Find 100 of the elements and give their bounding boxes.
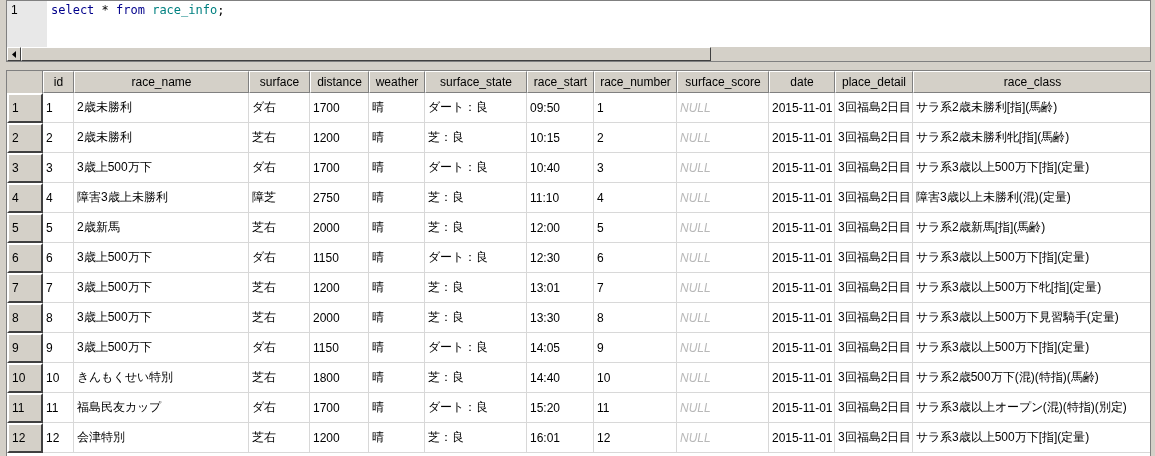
table-cell: 芝右 bbox=[249, 273, 310, 303]
row-header[interactable]: 11 bbox=[7, 393, 43, 423]
table-cell: ダート：良 bbox=[425, 153, 527, 183]
table-cell: 芝：良 bbox=[425, 213, 527, 243]
table-cell: 09:50 bbox=[527, 93, 594, 123]
column-header[interactable]: surface_state bbox=[425, 71, 527, 93]
table-cell: 1800 bbox=[310, 363, 369, 393]
table-cell: 3歳上500万下 bbox=[74, 153, 249, 183]
row-header[interactable]: 2 bbox=[7, 123, 43, 153]
row-header[interactable]: 8 bbox=[7, 303, 43, 333]
table-cell: 3回福島2日目 bbox=[835, 423, 913, 453]
table-cell: 3回福島2日目 bbox=[835, 363, 913, 393]
table-cell: 芝右 bbox=[249, 363, 310, 393]
table-cell: 1150 bbox=[310, 333, 369, 363]
table-cell: ダ右 bbox=[249, 93, 310, 123]
table-cell: ダート：良 bbox=[425, 93, 527, 123]
row-header[interactable]: 3 bbox=[7, 153, 43, 183]
table-cell: 12 bbox=[43, 423, 74, 453]
table-cell: 障害3歳以上未勝利(混)(定量) bbox=[913, 183, 1150, 213]
table-cell: 2015-11-01 bbox=[769, 303, 835, 333]
table-cell: NULL bbox=[677, 393, 769, 423]
scroll-left-button[interactable] bbox=[7, 47, 21, 61]
row-header[interactable]: 7 bbox=[7, 273, 43, 303]
table-cell: NULL bbox=[677, 423, 769, 453]
left-arrow-icon bbox=[12, 50, 16, 58]
row-header[interactable]: 5 bbox=[7, 213, 43, 243]
table-cell: 晴 bbox=[369, 303, 425, 333]
column-header[interactable]: race_class bbox=[913, 71, 1150, 93]
table-cell: 2015-11-01 bbox=[769, 123, 835, 153]
table-cell: ダ右 bbox=[249, 243, 310, 273]
table-cell: 5 bbox=[594, 213, 677, 243]
table-cell: 芝右 bbox=[249, 423, 310, 453]
table-cell: 2000 bbox=[310, 213, 369, 243]
table-cell: 11 bbox=[594, 393, 677, 423]
table-cell: サラ系3歳以上500万下牝[指](定量) bbox=[913, 273, 1150, 303]
table-cell: 3回福島2日目 bbox=[835, 303, 913, 333]
column-header[interactable]: id bbox=[43, 71, 74, 93]
table-cell: 2015-11-01 bbox=[769, 273, 835, 303]
table-cell: 2015-11-01 bbox=[769, 423, 835, 453]
table-cell: 4 bbox=[43, 183, 74, 213]
table-cell: ダ右 bbox=[249, 153, 310, 183]
table-cell: 2015-11-01 bbox=[769, 93, 835, 123]
table-cell: 2000 bbox=[310, 303, 369, 333]
column-header[interactable]: surface bbox=[249, 71, 310, 93]
table-cell: NULL bbox=[677, 333, 769, 363]
table-cell: NULL bbox=[677, 303, 769, 333]
table-cell: 13:30 bbox=[527, 303, 594, 333]
table-cell: 2歳新馬 bbox=[74, 213, 249, 243]
table-cell: サラ系2歳500万下(混)(特指)(馬齢) bbox=[913, 363, 1150, 393]
table-cell: 7 bbox=[43, 273, 74, 303]
line-number: 1 bbox=[10, 2, 19, 17]
column-header[interactable]: race_start bbox=[527, 71, 594, 93]
table-cell: NULL bbox=[677, 93, 769, 123]
row-header[interactable]: 10 bbox=[7, 363, 43, 393]
table-cell: 2 bbox=[43, 123, 74, 153]
table-cell: 14:05 bbox=[527, 333, 594, 363]
table-cell: 3 bbox=[43, 153, 74, 183]
column-header[interactable]: surface_score bbox=[677, 71, 769, 93]
column-header[interactable]: place_detail bbox=[835, 71, 913, 93]
table-cell: サラ系3歳以上500万下[指](定量) bbox=[913, 423, 1150, 453]
table-cell: NULL bbox=[677, 363, 769, 393]
table-cell: 障芝 bbox=[249, 183, 310, 213]
table-cell: 1150 bbox=[310, 243, 369, 273]
column-header[interactable]: race_name bbox=[74, 71, 249, 93]
scrollbar-thumb[interactable] bbox=[21, 47, 711, 61]
table-cell: 2015-11-01 bbox=[769, 333, 835, 363]
table-cell: 2015-11-01 bbox=[769, 153, 835, 183]
table-cell: 12 bbox=[594, 423, 677, 453]
table-cell: 3歳上500万下 bbox=[74, 243, 249, 273]
table-cell: 6 bbox=[43, 243, 74, 273]
table-cell: 1700 bbox=[310, 393, 369, 423]
row-header[interactable]: 1 bbox=[7, 93, 43, 123]
table-cell: NULL bbox=[677, 153, 769, 183]
table-cell: 芝：良 bbox=[425, 273, 527, 303]
table-cell: 3回福島2日目 bbox=[835, 273, 913, 303]
table-cell: 芝：良 bbox=[425, 303, 527, 333]
table-cell: 晴 bbox=[369, 243, 425, 273]
table-cell: 10:15 bbox=[527, 123, 594, 153]
table-cell: 3回福島2日目 bbox=[835, 213, 913, 243]
row-header[interactable]: 9 bbox=[7, 333, 43, 363]
table-cell: 芝：良 bbox=[425, 423, 527, 453]
table-cell: 晴 bbox=[369, 333, 425, 363]
row-header[interactable]: 4 bbox=[7, 183, 43, 213]
table-cell: 1 bbox=[43, 93, 74, 123]
table-cell: 9 bbox=[594, 333, 677, 363]
table-cell: 3 bbox=[594, 153, 677, 183]
row-header[interactable]: 6 bbox=[7, 243, 43, 273]
table-cell: サラ系3歳以上500万下[指](定量) bbox=[913, 333, 1150, 363]
sql-editor[interactable]: 1 select * from race_info; bbox=[6, 0, 1151, 62]
table-cell: サラ系3歳以上500万下見習騎手(定量) bbox=[913, 303, 1150, 333]
row-header[interactable]: 12 bbox=[7, 423, 43, 453]
table-cell: 晴 bbox=[369, 423, 425, 453]
column-header[interactable]: race_number bbox=[594, 71, 677, 93]
column-header[interactable]: distance bbox=[310, 71, 369, 93]
column-header[interactable]: date bbox=[769, 71, 835, 93]
column-header[interactable]: weather bbox=[369, 71, 425, 93]
table-cell: 14:40 bbox=[527, 363, 594, 393]
table-cell: 2015-11-01 bbox=[769, 393, 835, 423]
table-cell: 晴 bbox=[369, 93, 425, 123]
table-cell: 芝：良 bbox=[425, 363, 527, 393]
